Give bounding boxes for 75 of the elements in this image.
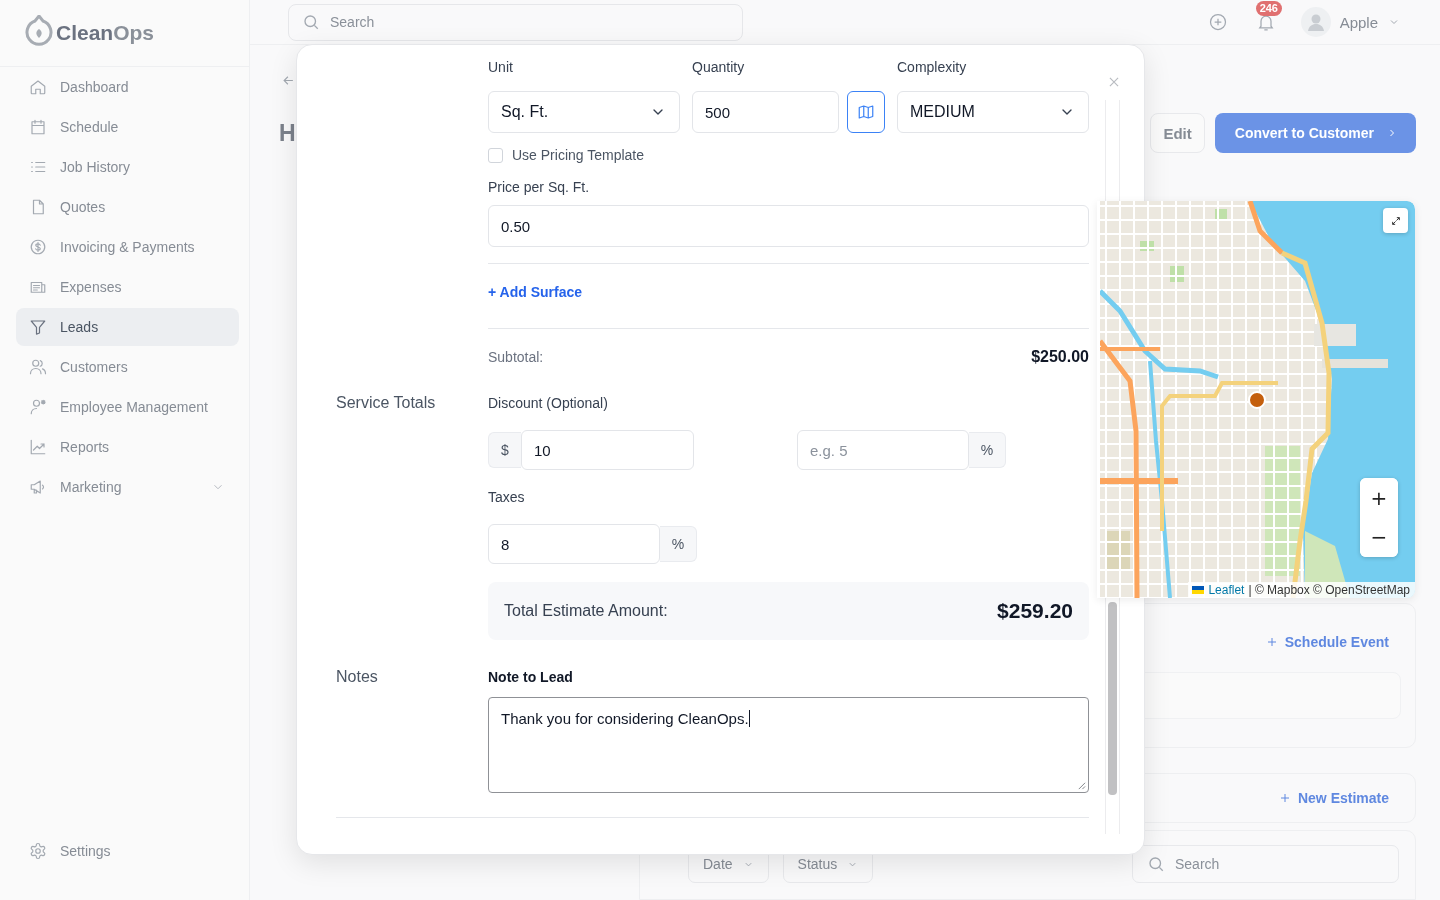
close-icon[interactable]: [1107, 75, 1121, 89]
subtotal-label: Subtotal:: [488, 349, 544, 365]
schedule-event-button[interactable]: Schedule Event: [1265, 634, 1415, 650]
user-name[interactable]: Apple: [1339, 13, 1378, 31]
megaphone-icon: [29, 478, 47, 496]
search-icon: [302, 13, 320, 31]
scrollbar-thumb[interactable]: [1108, 602, 1117, 795]
back-arrow-icon[interactable]: [281, 73, 296, 88]
percent-addon: %: [969, 432, 1006, 468]
add-circle-icon[interactable]: [1207, 12, 1228, 32]
nav-item[interactable]: Dashboard: [16, 68, 239, 106]
map-icon: [857, 103, 875, 121]
checkbox[interactable]: [488, 147, 503, 163]
logo-text: CleanOps: [56, 21, 155, 45]
resize-handle-icon[interactable]: [1077, 781, 1086, 790]
notification-badge: 246: [1255, 1, 1282, 16]
map-button[interactable]: [847, 91, 885, 133]
line-chart-icon: [29, 438, 47, 456]
note-textarea[interactable]: Thank you for considering CleanOps.: [488, 697, 1089, 793]
nav-item[interactable]: Schedule: [16, 108, 239, 146]
fullscreen-button[interactable]: [1383, 208, 1408, 233]
settings-icon: [29, 842, 47, 860]
leaflet-link[interactable]: Leaflet: [1208, 583, 1245, 597]
funnel-icon: [29, 318, 47, 336]
nav-item[interactable]: Reports: [16, 428, 239, 466]
complexity-label: Complexity: [897, 58, 967, 76]
convert-button[interactable]: Convert to Customer: [1214, 113, 1416, 153]
plus-icon: [1278, 792, 1291, 804]
unit-select[interactable]: Sq. Ft.: [488, 91, 680, 133]
price-label: Price per Sq. Ft.: [488, 179, 591, 195]
new-estimate-button[interactable]: New Estimate: [1278, 790, 1415, 806]
expand-icon: [1390, 215, 1401, 226]
nav-item[interactable]: Marketing: [16, 468, 239, 506]
nav-item[interactable]: Customers: [16, 348, 239, 386]
taxes-field[interactable]: 8: [488, 524, 660, 564]
quantity-field[interactable]: 500: [692, 91, 839, 133]
nav-item[interactable]: Invoicing & Payments: [16, 228, 239, 266]
discount-percent-field[interactable]: e.g. 5: [797, 430, 969, 470]
page-title: H: [279, 119, 296, 147]
section-heading: Service Totals: [336, 395, 436, 411]
subtotal-value: $250.00: [1031, 349, 1089, 365]
avatar-icon[interactable]: [1300, 7, 1331, 37]
discount-amount-field[interactable]: 10: [521, 430, 694, 470]
user-star-icon: [29, 398, 47, 416]
nav-item[interactable]: Settings: [16, 832, 239, 870]
flag-icon: [1192, 586, 1205, 594]
search-field[interactable]: Search: [288, 3, 743, 41]
search-field[interactable]: Search: [1132, 845, 1399, 883]
nav-item[interactable]: Expenses: [16, 268, 239, 306]
complexity-select[interactable]: MEDIUM: [897, 91, 1089, 133]
home-icon: [29, 78, 47, 96]
percent-addon: %: [660, 526, 697, 562]
nav-item[interactable]: Employee Management: [16, 388, 239, 426]
unit-label: Unit: [488, 58, 514, 76]
currency-addon: $: [488, 432, 521, 468]
discount-label: Discount (Optional): [488, 395, 608, 411]
nav-item[interactable]: Job History: [16, 148, 239, 186]
nav-item[interactable]: Quotes: [16, 188, 239, 226]
attribution-text: | © Mapbox © OpenStreetMap: [1248, 583, 1410, 597]
checkbox-label: Use Pricing Template: [512, 147, 645, 163]
price-field[interactable]: 0.50: [488, 205, 1089, 247]
note-label: Note to Lead: [488, 669, 573, 685]
plus-icon: [1265, 636, 1278, 648]
quantity-label: Quantity: [692, 58, 746, 76]
nav-item[interactable]: Leads: [16, 308, 239, 346]
zoom-in-button[interactable]: +: [1360, 478, 1398, 518]
edit-button[interactable]: Edit: [1150, 113, 1205, 153]
calendar-icon: [29, 118, 47, 136]
users-icon: [29, 358, 47, 376]
search-icon: [1147, 855, 1165, 873]
total-value: $259.20: [997, 599, 1073, 623]
total-label: Total Estimate Amount:: [504, 602, 668, 620]
section-heading: Notes: [336, 669, 378, 685]
add-surface-link[interactable]: + Add Surface: [488, 284, 582, 300]
taxes-label: Taxes: [488, 489, 526, 505]
